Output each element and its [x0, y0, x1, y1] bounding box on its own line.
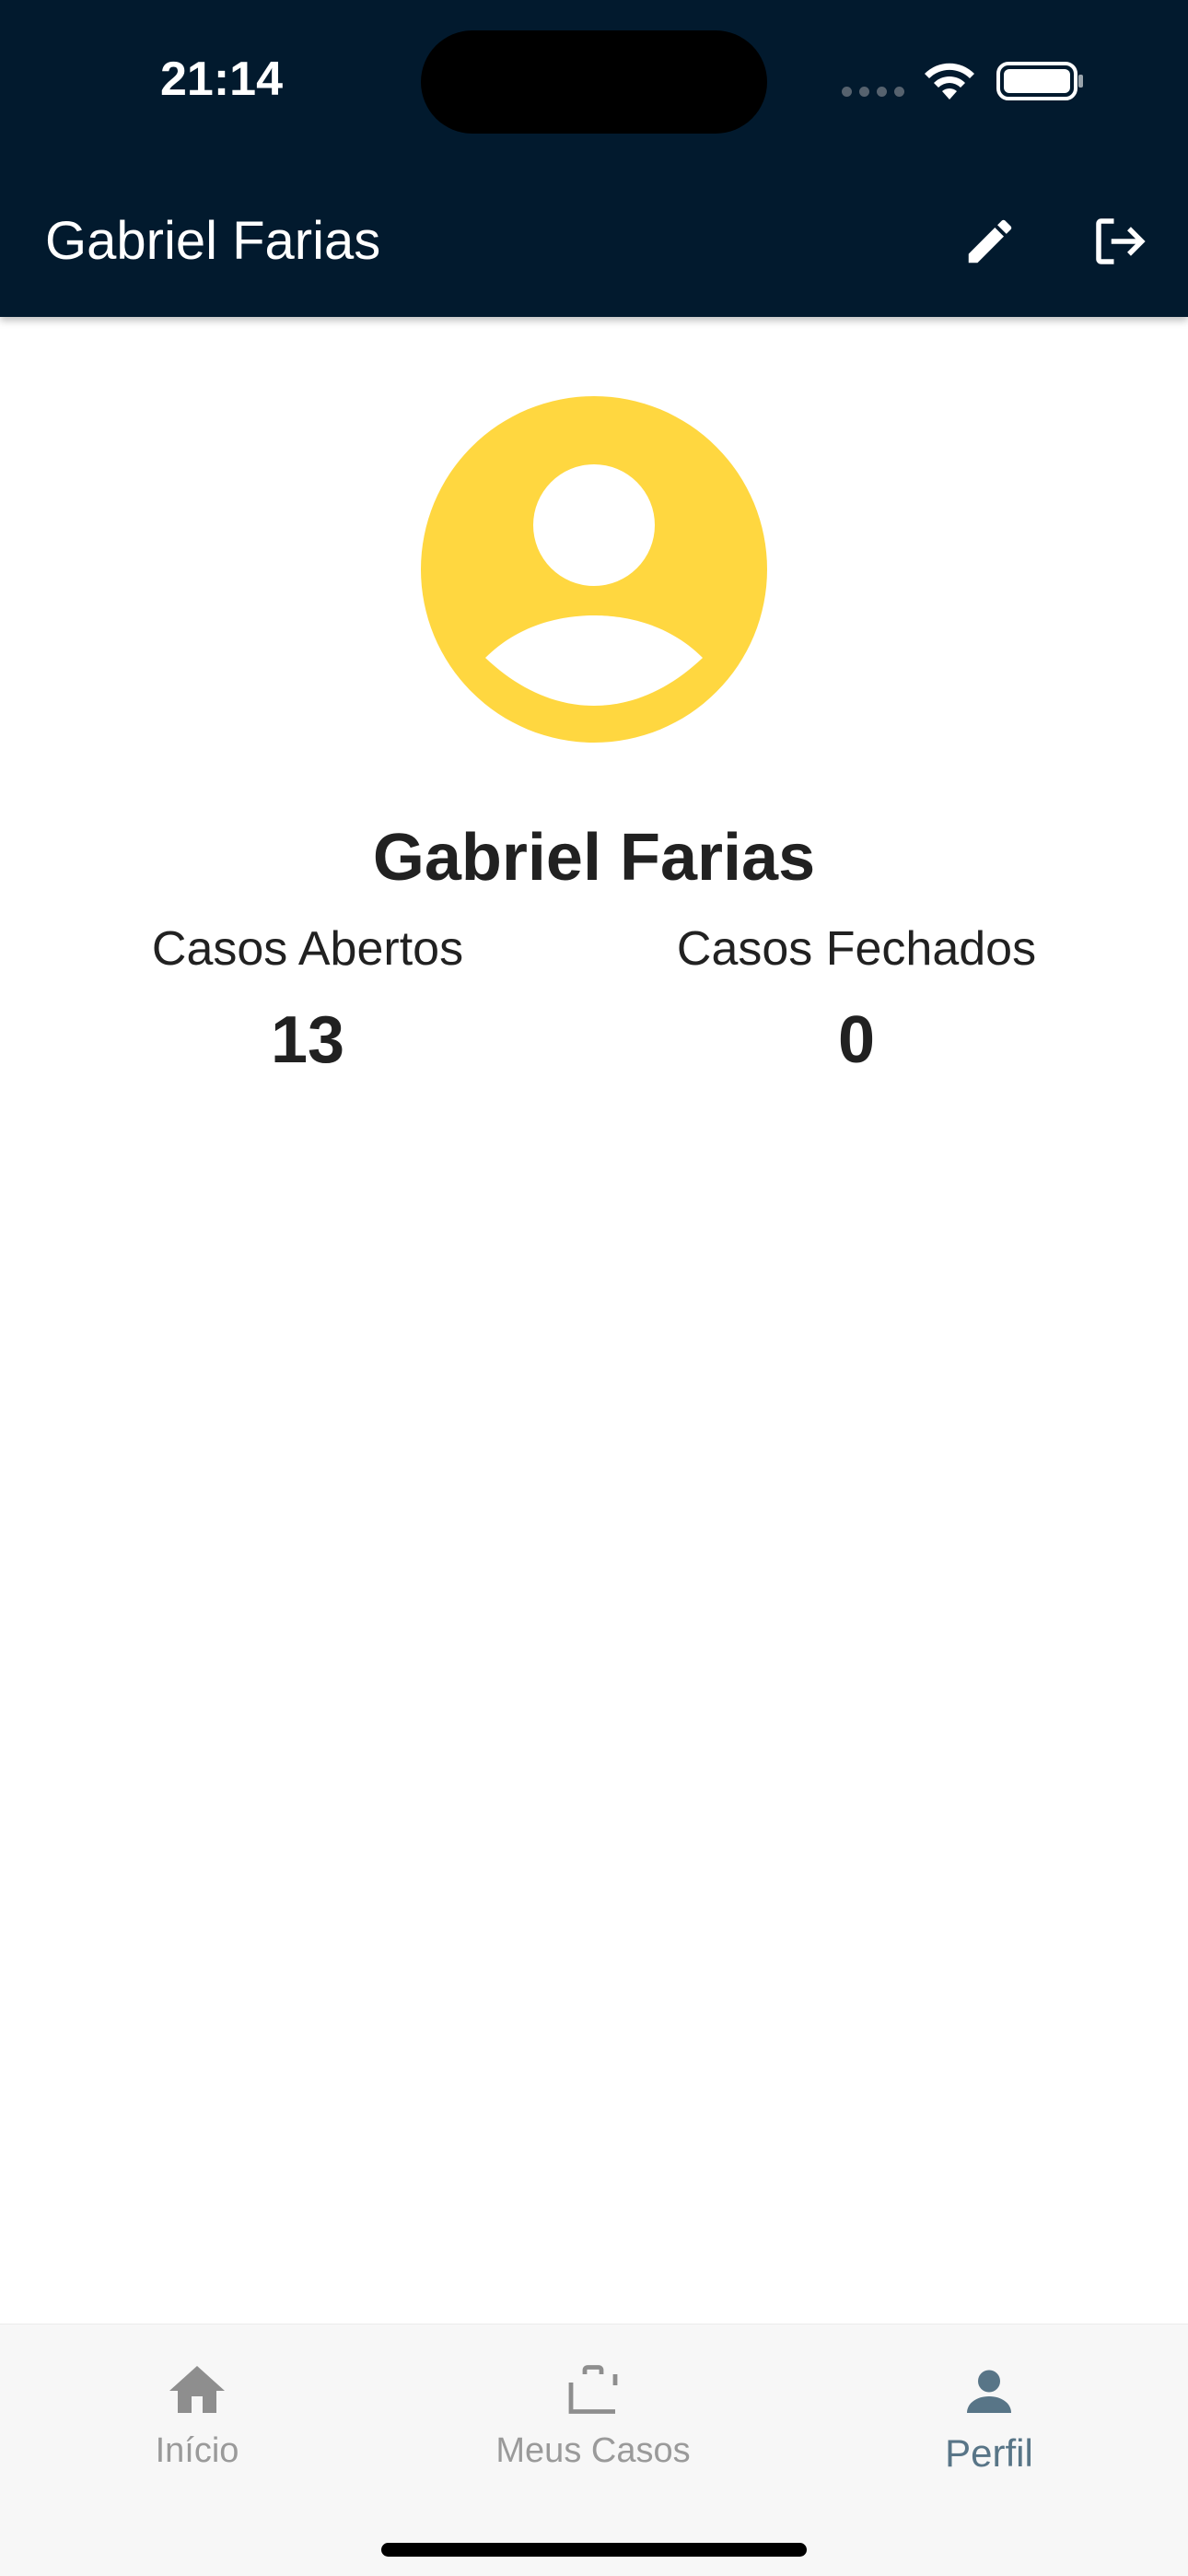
open-cases-count: 13	[270, 1003, 345, 1077]
open-cases-label: Casos Abertos	[151, 922, 464, 976]
nav-item-inicio[interactable]: Início	[59, 2358, 335, 2471]
dynamic-island	[421, 30, 767, 134]
home-indicator[interactable]	[381, 2543, 807, 2557]
logout-button[interactable]	[1082, 205, 1156, 278]
profile-name: Gabriel Farias	[372, 821, 816, 895]
open-cases-stat: Casos Abertos 13	[123, 921, 492, 1078]
closed-cases-stat: Casos Fechados 0	[654, 921, 1059, 1078]
person-icon	[967, 2370, 1011, 2413]
status-time: 21:14	[160, 53, 283, 106]
nav-label-perfil: Perfil	[945, 2431, 1033, 2475]
home-icon	[169, 2366, 225, 2413]
nav-label-meus-casos: Meus Casos	[495, 2431, 691, 2470]
cellular-signal-icon	[842, 87, 904, 97]
closed-cases-label: Casos Fechados	[676, 922, 1037, 976]
wifi-icon	[925, 63, 974, 100]
nav-item-meus-casos[interactable]: Meus Casos	[455, 2358, 731, 2471]
app-header: 21:14 Gabriel Farias	[0, 0, 1188, 317]
edit-profile-button[interactable]	[953, 205, 1027, 278]
edit-icon	[968, 219, 1012, 263]
person-avatar-icon	[421, 396, 767, 743]
page-title: Gabriel Farias	[45, 211, 381, 271]
nav-item-perfil[interactable]: Perfil	[851, 2358, 1127, 2476]
bottom-navigation: Início Meus Casos Perfil	[0, 2324, 1188, 2576]
logout-icon	[1096, 218, 1146, 264]
battery-icon	[996, 62, 1083, 100]
nav-label-inicio: Início	[155, 2431, 239, 2470]
briefcase-icon	[568, 2365, 618, 2414]
closed-cases-count: 0	[837, 1003, 876, 1077]
profile-screen: 21:14 Gabriel Farias Gabriel Farias Caso…	[0, 0, 1188, 2576]
